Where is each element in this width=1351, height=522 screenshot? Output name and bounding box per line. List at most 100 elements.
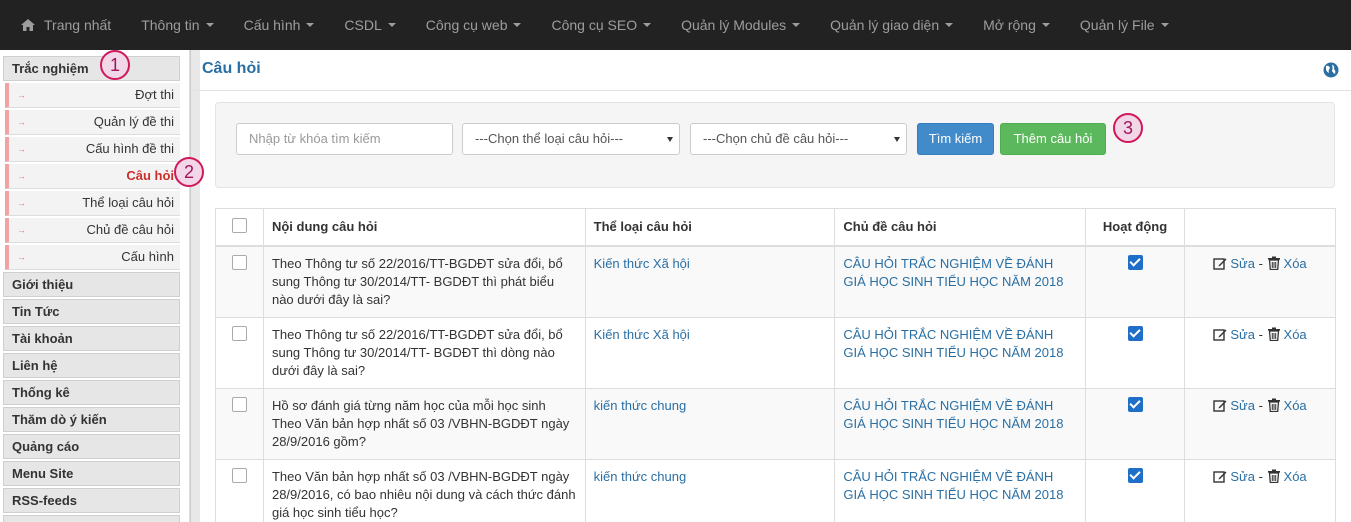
page-title: Câu hỏi	[202, 60, 261, 77]
caret-down-icon	[513, 23, 522, 27]
sidebar-group-gioi-thieu[interactable]: Giới thiệu	[3, 272, 180, 297]
sidebar-item-label: Cấu hình	[121, 249, 174, 264]
row-checkbox[interactable]	[231, 254, 247, 270]
action-separator: -	[1258, 468, 1263, 484]
action-separator: -	[1258, 397, 1263, 413]
table-row: Theo Thông tư số 22/2016/TT-BGDĐT sửa đổ…	[215, 245, 1336, 318]
sidebar-group-tin-tuc[interactable]: Tin Tức	[3, 299, 180, 324]
sidebar-item-chu-de-cau-hoi[interactable]: → Chủ đề câu hỏi	[5, 218, 180, 243]
row-checkbox[interactable]	[231, 396, 247, 412]
title-divider	[192, 90, 1351, 91]
header-active[interactable]: Hoạt động	[1085, 208, 1186, 247]
nav-quan-ly-file[interactable]: Quản lý File	[1080, 17, 1169, 33]
arrow-right-icon: →	[17, 144, 26, 154]
select-all-checkbox[interactable]	[231, 217, 247, 233]
sidebar-group-menu-site[interactable]: Menu Site	[3, 461, 180, 486]
question-topic-link[interactable]: CÂU HỎI TRẮC NGHIỆM VỀ ĐÁNH GIÁ HỌC SINH…	[834, 316, 1087, 389]
edit-link[interactable]: Sửa	[1230, 398, 1255, 413]
row-select-cell	[215, 245, 264, 318]
nav-mo-rong[interactable]: Mở rộng	[983, 17, 1050, 33]
category-select-value: ---Chọn thể loại câu hỏi---	[475, 131, 624, 146]
question-topic-link[interactable]: CÂU HỎI TRẮC NGHIỆM VỀ ĐÁNH GIÁ HỌC SINH…	[834, 387, 1087, 460]
caret-down-icon	[306, 23, 315, 27]
edit-link[interactable]: Sửa	[1230, 256, 1255, 271]
delete-link[interactable]: Xóa	[1284, 469, 1307, 484]
annotation-badge-2: 2	[174, 157, 204, 187]
sidebar-group-thong-ke[interactable]: Thống kê	[3, 380, 180, 405]
question-category-link[interactable]: kiến thức chung	[584, 387, 836, 460]
header-topic[interactable]: Chủ đề câu hỏi	[834, 208, 1087, 247]
header-content[interactable]: Nội dung câu hỏi	[262, 208, 586, 247]
nav-label: Cấu hình	[243, 17, 301, 33]
nav-label: Quản lý Modules	[681, 17, 787, 33]
trash-icon[interactable]	[1267, 469, 1281, 483]
row-checkbox[interactable]	[231, 467, 247, 483]
nav-quan-ly-modules[interactable]: Quản lý Modules	[681, 17, 801, 33]
sidebar-item-the-loai-cau-hoi[interactable]: → Thể loại câu hỏi	[5, 191, 180, 216]
delete-link[interactable]: Xóa	[1284, 256, 1307, 271]
sidebar-group-tham-do-y-kien[interactable]: Thăm dò ý kiến	[3, 407, 180, 432]
sidebar-group-tai-khoan[interactable]: Tài khoản	[3, 326, 180, 351]
annotation-badge-3: 3	[1113, 113, 1143, 143]
question-content: Theo Thông tư số 22/2016/TT-BGDĐT sửa đổ…	[262, 245, 586, 318]
question-topic-link[interactable]: CÂU HỎI TRẮC NGHIỆM VỀ ĐÁNH GIÁ HỌC SINH…	[834, 458, 1087, 522]
active-checkbox[interactable]	[1127, 396, 1143, 412]
edit-icon[interactable]	[1213, 398, 1227, 412]
category-select[interactable]: ---Chọn thể loại câu hỏi---	[462, 123, 680, 155]
nav-cau-hinh[interactable]: Cấu hình	[244, 17, 315, 33]
sidebar-item-cau-hoi[interactable]: → Câu hỏi	[5, 164, 180, 189]
nav-thong-tin[interactable]: Thông tin	[141, 17, 214, 33]
sidebar-item-cau-hinh-de-thi[interactable]: → Cấu hình đề thi	[5, 137, 180, 162]
globe-icon[interactable]	[1323, 62, 1339, 78]
question-category-link[interactable]: kiến thức chung	[584, 458, 836, 522]
delete-link[interactable]: Xóa	[1284, 398, 1307, 413]
edit-icon[interactable]	[1213, 327, 1227, 341]
edit-icon[interactable]	[1213, 469, 1227, 483]
topic-select[interactable]: ---Chọn chủ đề câu hỏi---	[690, 123, 907, 155]
sidebar-item-label: Câu hỏi	[126, 168, 174, 183]
sidebar-group-rss-feeds[interactable]: RSS-feeds	[3, 488, 180, 513]
search-input[interactable]: Nhập từ khóa tìm kiếm	[236, 123, 453, 155]
nav-cong-cu-seo[interactable]: Công cụ SEO	[551, 17, 652, 33]
sidebar-group-quang-cao[interactable]: Quảng cáo	[3, 434, 180, 459]
delete-link[interactable]: Xóa	[1284, 327, 1307, 342]
sidebar-item-label: Quản lý đề thi	[93, 114, 174, 129]
nav-csdl[interactable]: CSDL	[344, 17, 396, 33]
row-checkbox[interactable]	[231, 325, 247, 341]
sidebar-group-more[interactable]	[3, 515, 180, 522]
sidebar-item-label: Thể loại câu hỏi	[82, 195, 174, 210]
nav-quan-ly-giao-dien[interactable]: Quản lý giao diện	[830, 17, 954, 33]
question-category-link[interactable]: Kiến thức Xã hội	[584, 316, 836, 389]
arrow-right-icon: →	[17, 198, 26, 208]
add-question-button[interactable]: Thêm câu hỏi	[1000, 123, 1106, 155]
sidebar-item-quan-ly-de-thi[interactable]: → Quản lý đề thi	[5, 110, 180, 135]
trash-icon[interactable]	[1267, 256, 1281, 270]
active-cell	[1085, 245, 1186, 318]
question-content: Hồ sơ đánh giá từng năm học của mỗi học …	[262, 387, 586, 460]
sidebar-item-dot-thi[interactable]: → Đợt thi	[5, 83, 180, 108]
active-checkbox[interactable]	[1127, 325, 1143, 341]
search-button[interactable]: Tìm kiếm	[917, 123, 994, 155]
select-all-cell	[215, 208, 264, 247]
trash-icon[interactable]	[1267, 327, 1281, 341]
header-category[interactable]: Thể loại câu hỏi	[584, 208, 836, 247]
nav-label: Trang nhất	[44, 17, 112, 33]
sidebar-group-lien-he[interactable]: Liên hệ	[3, 353, 180, 378]
home-icon	[21, 19, 35, 31]
nav-label: Mở rộng	[983, 17, 1036, 33]
sidebar-module-trac-nghiem[interactable]: Trắc nghiệm	[3, 56, 180, 81]
edit-icon[interactable]	[1213, 256, 1227, 270]
table-row: Theo Thông tư số 22/2016/TT-BGDĐT sửa đổ…	[215, 316, 1336, 389]
trash-icon[interactable]	[1267, 398, 1281, 412]
caret-down-icon	[1160, 23, 1169, 27]
question-topic-link[interactable]: CÂU HỎI TRẮC NGHIỆM VỀ ĐÁNH GIÁ HỌC SINH…	[834, 245, 1087, 318]
edit-link[interactable]: Sửa	[1230, 469, 1255, 484]
active-checkbox[interactable]	[1127, 467, 1143, 483]
edit-link[interactable]: Sửa	[1230, 327, 1255, 342]
nav-cong-cu-web[interactable]: Công cụ web	[426, 17, 522, 33]
active-checkbox[interactable]	[1127, 254, 1143, 270]
arrow-right-icon: →	[17, 252, 26, 262]
sidebar-item-cau-hinh[interactable]: → Cấu hình	[5, 245, 180, 270]
nav-home[interactable]: Trang nhất	[20, 17, 111, 33]
question-category-link[interactable]: Kiến thức Xã hội	[584, 245, 836, 318]
